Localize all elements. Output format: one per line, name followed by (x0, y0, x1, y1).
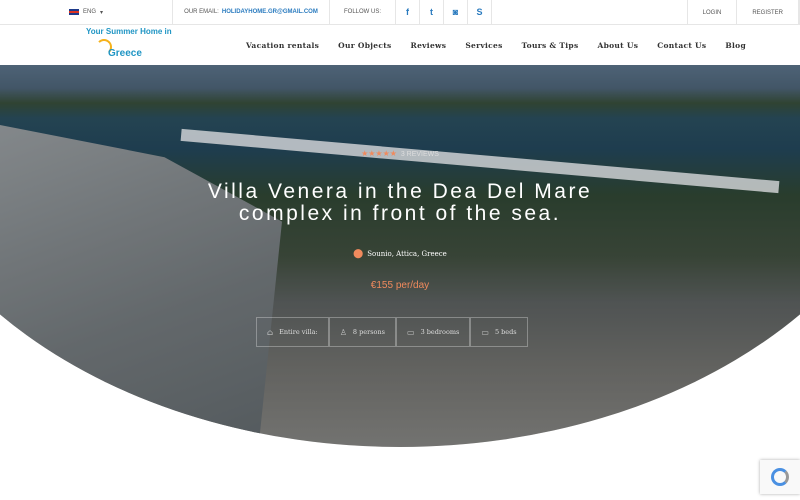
bed-icon: ▭ (407, 327, 415, 337)
property-title: Villa Venera in the Dea Del Mare complex … (0, 181, 800, 225)
title-line-1: Villa Venera in the Dea Del Mare (207, 180, 593, 203)
rating: ★★★★★ 3 REVIEWS (0, 149, 800, 158)
nav-tours-tips[interactable]: Tours & Tips (522, 41, 579, 50)
feature-label: 5 beds (494, 328, 517, 336)
follow-label: FOLLOW US: (330, 0, 396, 25)
title-line-2: complex in front of the sea. (238, 202, 562, 225)
nav-our-objects[interactable]: Our Objects (338, 41, 391, 50)
feature-persons: ♙ 8 persons (328, 317, 396, 347)
star-icons: ★★★★★ (361, 149, 397, 158)
nav-blog[interactable]: Blog (725, 41, 746, 50)
nav-reviews[interactable]: Reviews (411, 41, 447, 50)
feature-beds: ▭ 5 beds (470, 317, 528, 347)
nav-services[interactable]: Services (465, 41, 502, 50)
twitter-icon[interactable]: t (420, 0, 444, 25)
language-selector[interactable]: ENG ▾ (0, 0, 173, 25)
feature-type: ⌂ Entire villa: (256, 317, 329, 347)
register-link[interactable]: REGISTER (737, 0, 799, 25)
location: ⬤ Sounio, Attica, Greece (0, 249, 800, 259)
top-bar: ENG ▾ OUR EMAIL: HOLIDAYHOME.GR@GMAIL.COM … (0, 0, 800, 25)
email-link[interactable]: HOLIDAYHOME.GR@GMAIL.COM (222, 9, 318, 15)
beds-icon: ▭ (481, 327, 489, 337)
logo-text: Your Summer Home in (86, 27, 172, 36)
skype-icon[interactable]: S (468, 0, 492, 25)
house-icon: ⌂ (267, 327, 274, 337)
feature-label: 8 persons (352, 328, 385, 336)
nav-contact-us[interactable]: Contact Us (657, 41, 706, 50)
facebook-icon[interactable]: f (396, 0, 420, 25)
recaptcha-icon (771, 468, 789, 486)
map-pin-icon: ⬤ (353, 249, 364, 259)
nav-vacation-rentals[interactable]: Vacation rentals (246, 41, 319, 50)
location-text: Sounio, Attica, Greece (367, 250, 447, 258)
instagram-icon[interactable]: ◙ (444, 0, 468, 25)
reviews-count[interactable]: 3 REVIEWS (401, 151, 439, 158)
price: €155 per/day (370, 280, 430, 291)
feature-bedrooms: ▭ 3 bedrooms (396, 317, 471, 347)
feature-label: Entire villa: (279, 328, 318, 336)
chevron-down-icon: ▾ (100, 9, 104, 16)
main-nav: Your Summer Home in Greece Vacation rent… (0, 25, 800, 65)
email-info: OUR EMAIL: HOLIDAYHOME.GR@GMAIL.COM (173, 0, 330, 25)
feature-label: 3 bedrooms (420, 328, 460, 336)
logo[interactable]: Your Summer Home in Greece (86, 27, 176, 63)
nav-about-us[interactable]: About Us (597, 41, 638, 50)
recaptcha-badge[interactable] (760, 460, 800, 494)
email-label: OUR EMAIL: (184, 9, 219, 15)
logo-text-greece: Greece (108, 48, 142, 59)
uk-flag-icon (68, 9, 79, 15)
hero-content: ★★★★★ 3 REVIEWS Villa Venera in the Dea … (0, 65, 800, 445)
person-icon: ♙ (339, 327, 347, 337)
language-label: ENG (82, 9, 96, 15)
features: ⌂ Entire villa: ♙ 8 persons ▭ 3 bedrooms ▭ 5… (256, 317, 528, 347)
login-link[interactable]: LOGIN (688, 0, 738, 25)
